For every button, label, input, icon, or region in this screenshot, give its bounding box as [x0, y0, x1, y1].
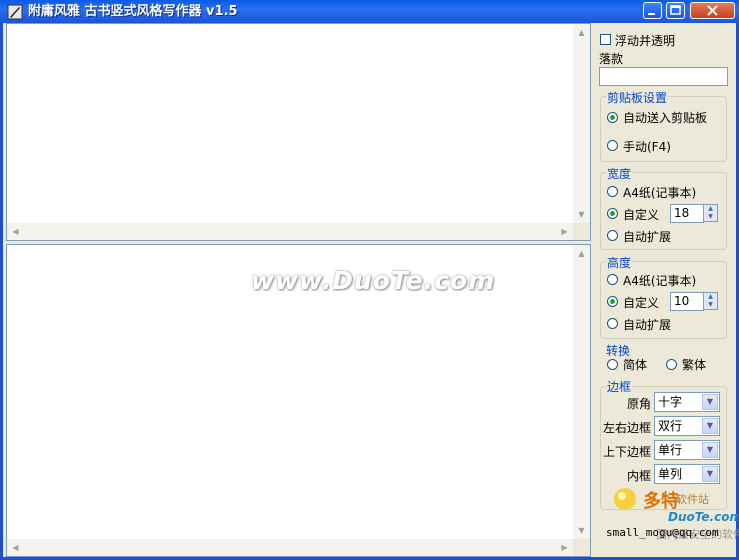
logo-sub: 软件站	[676, 493, 709, 506]
scroll-corner	[573, 223, 590, 240]
height-spinner[interactable]: ▲ ▼	[703, 292, 718, 310]
author-email: small_mogu@qq.com	[606, 526, 719, 539]
scroll-corner	[573, 539, 590, 556]
horizontal-scrollbar[interactable]: ◀ ▶	[7, 539, 573, 556]
clipboard-group-title: 剪贴板设置	[606, 89, 669, 106]
lr-border-value: 双行	[658, 419, 683, 433]
minimize-button[interactable]	[643, 2, 662, 19]
inner-border-value: 单列	[658, 467, 683, 481]
width-custom-input[interactable]: 18	[670, 204, 704, 223]
width-group-title: 宽度	[606, 165, 633, 182]
scroll-down-icon[interactable]: ▼	[573, 206, 590, 223]
width-a4-radio[interactable]	[607, 186, 618, 197]
chevron-down-icon[interactable]: ▼	[702, 442, 718, 458]
app-quill-icon	[7, 4, 23, 20]
chevron-down-icon[interactable]: ▼	[702, 418, 718, 434]
width-custom-label: 自定义	[623, 208, 660, 222]
lr-border-label: 左右边框	[603, 421, 652, 435]
chevron-down-icon[interactable]: ▼	[702, 394, 718, 410]
inner-border-select[interactable]: 单列 ▼	[654, 464, 720, 484]
horizontal-scrollbar[interactable]: ◀ ▶	[7, 223, 573, 240]
corner-label: 原角	[627, 397, 652, 411]
title-bar[interactable]: 附庸风雅 古书竖式风格写作器 v1.5	[0, 0, 739, 23]
close-button[interactable]	[690, 2, 735, 19]
inner-border-label: 内框	[627, 469, 652, 483]
spin-up-icon[interactable]: ▲	[704, 205, 717, 213]
maximize-button[interactable]	[666, 2, 685, 19]
corner-value: 十字	[658, 395, 683, 409]
height-custom-input[interactable]: 10	[670, 292, 704, 311]
logo-domain: DuoTe.com	[668, 510, 739, 524]
clipboard-manual-label: 手动(F4)	[623, 140, 671, 154]
convert-traditional-radio[interactable]	[666, 359, 677, 370]
width-auto-radio[interactable]	[607, 230, 618, 241]
mascot-icon	[614, 488, 636, 510]
spin-down-icon[interactable]: ▼	[704, 301, 717, 309]
app-window: 附庸风雅 古书竖式风格写作器 v1.5 ▲ ▼ ◀ ▶ ▲ ▼ ◀ ▶ www.…	[0, 0, 739, 560]
spin-down-icon[interactable]: ▼	[704, 213, 717, 221]
height-a4-radio[interactable]	[607, 274, 618, 285]
clipboard-auto-label: 自动送入剪贴板	[623, 111, 708, 125]
vertical-scrollbar[interactable]: ▲ ▼	[573, 245, 590, 539]
scroll-up-icon[interactable]: ▲	[573, 24, 590, 41]
scroll-right-icon[interactable]: ▶	[556, 539, 573, 556]
watermark-text: www.DuoTe.com	[251, 266, 496, 295]
float-transparent-checkbox[interactable]	[600, 34, 611, 45]
tb-border-select[interactable]: 单行 ▼	[654, 440, 720, 460]
source-text-area[interactable]: ▲ ▼ ◀ ▶	[6, 23, 591, 241]
height-a4-label: A4纸(记事本)	[623, 274, 697, 288]
scroll-right-icon[interactable]: ▶	[556, 223, 573, 240]
convert-simplified-label: 简体	[623, 358, 648, 372]
scroll-left-icon[interactable]: ◀	[7, 223, 24, 240]
vertical-scrollbar[interactable]: ▲ ▼	[573, 24, 590, 223]
width-custom-radio[interactable]	[607, 208, 618, 219]
spin-up-icon[interactable]: ▲	[704, 293, 717, 301]
scroll-up-icon[interactable]: ▲	[573, 245, 590, 262]
tb-border-label: 上下边框	[603, 445, 652, 459]
scroll-down-icon[interactable]: ▼	[573, 522, 590, 539]
float-transparent-label: 浮动并透明	[615, 34, 676, 48]
height-custom-radio[interactable]	[607, 296, 618, 307]
height-auto-radio[interactable]	[607, 318, 618, 329]
width-spinner[interactable]: ▲ ▼	[703, 204, 718, 222]
tb-border-value: 单行	[658, 443, 683, 457]
inscription-input[interactable]	[599, 67, 728, 86]
convert-simplified-radio[interactable]	[607, 359, 618, 370]
clipboard-manual-radio[interactable]	[607, 140, 618, 151]
height-auto-label: 自动扩展	[623, 318, 672, 332]
window-title: 附庸风雅 古书竖式风格写作器 v1.5	[28, 4, 238, 19]
height-custom-label: 自定义	[623, 296, 660, 310]
width-a4-label: A4纸(记事本)	[623, 186, 697, 200]
height-group-title: 高度	[606, 254, 633, 271]
lr-border-select[interactable]: 双行 ▼	[654, 416, 720, 436]
convert-traditional-label: 繁体	[682, 358, 707, 372]
settings-panel: 浮动并透明 落款 剪贴板设置 自动送入剪贴板 手动(F4) 宽度 A4纸(记事本…	[592, 23, 739, 560]
inscription-label: 落款	[599, 52, 624, 66]
scroll-left-icon[interactable]: ◀	[7, 539, 24, 556]
border-group-title: 边框	[606, 378, 633, 395]
chevron-down-icon[interactable]: ▼	[702, 466, 718, 482]
corner-select[interactable]: 十字 ▼	[654, 392, 720, 412]
width-auto-label: 自动扩展	[623, 230, 672, 244]
clipboard-auto-radio[interactable]	[607, 112, 618, 123]
